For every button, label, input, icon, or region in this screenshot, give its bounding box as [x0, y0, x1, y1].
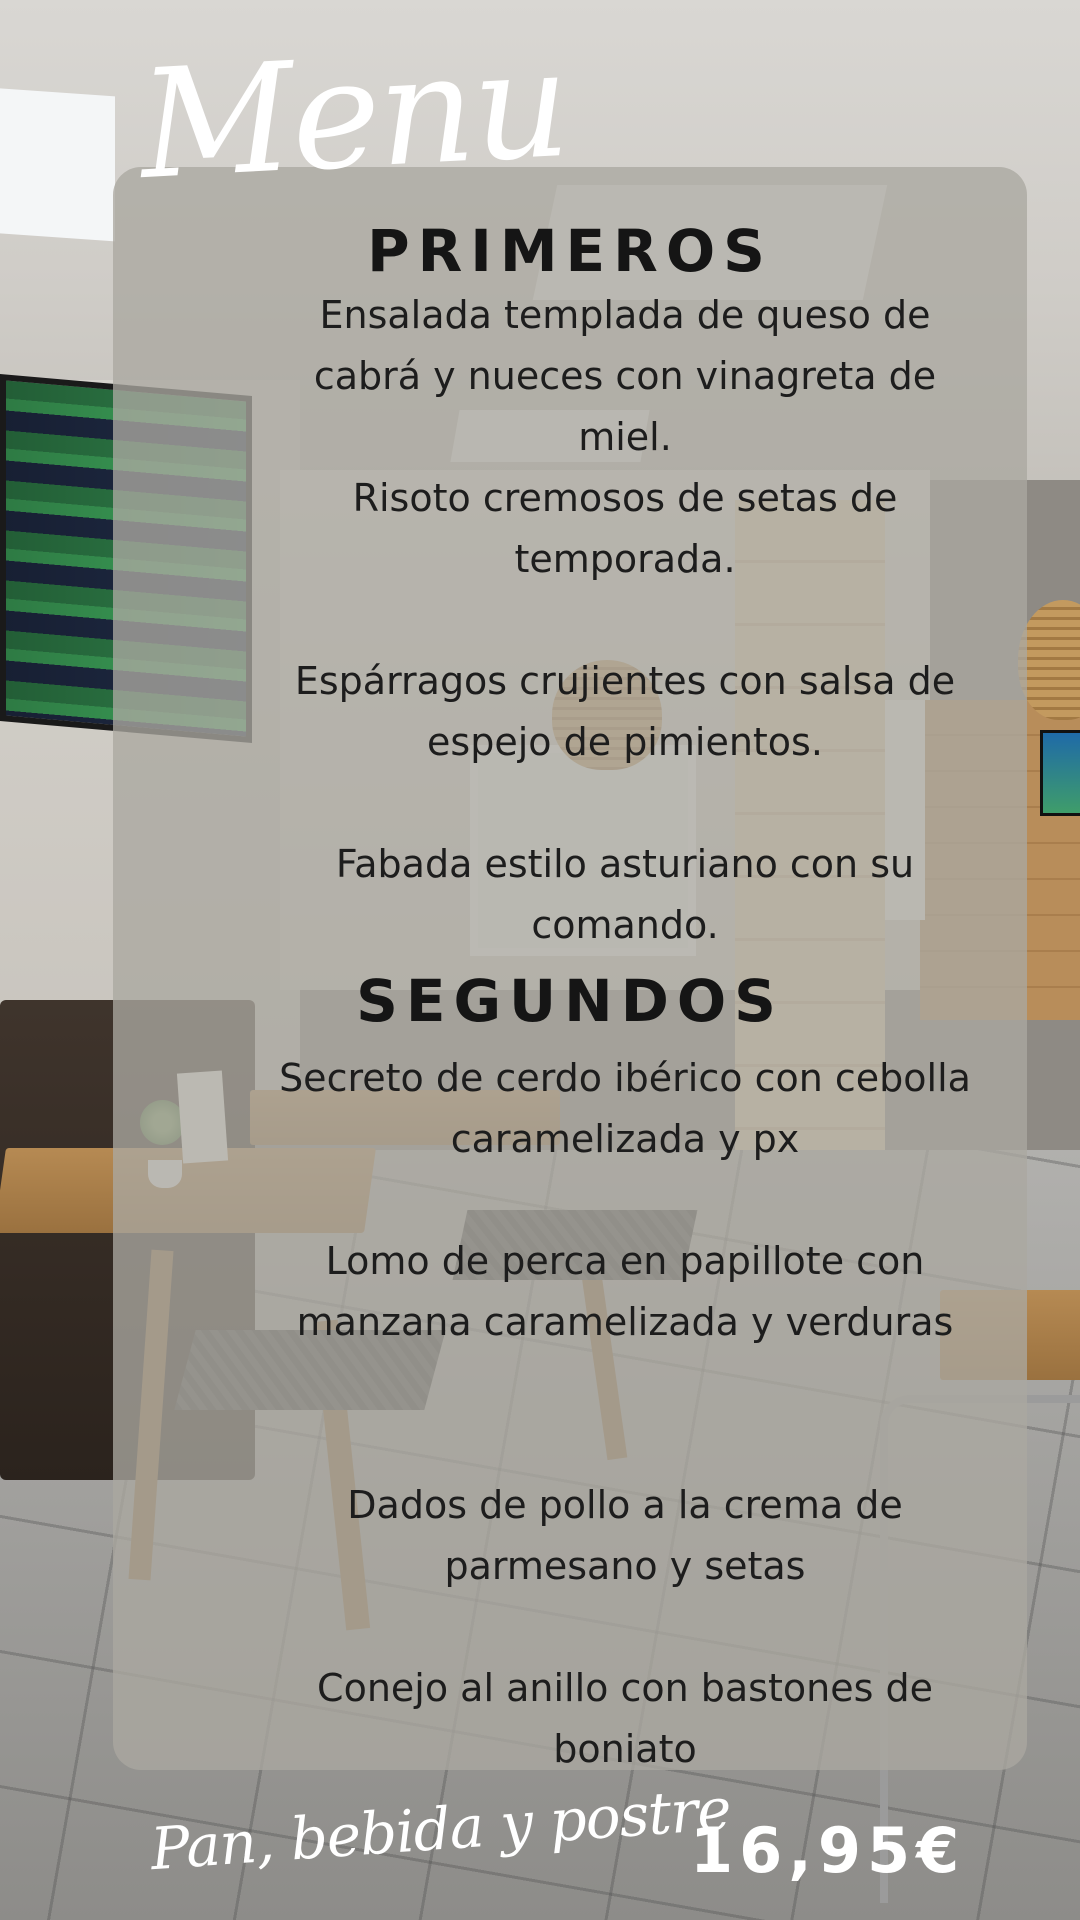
dish-item: Dados de pollo a la crema de parmesano y… [347, 1483, 903, 1588]
skylight [0, 87, 115, 242]
dish-item: Conejo al anillo con bastones de boniato [317, 1666, 933, 1771]
section-heading-primeros: PRIMEROS [367, 217, 773, 285]
tv-screen [1040, 730, 1080, 816]
dish-item: Ensalada templada de queso de cabrá y nu… [313, 293, 937, 459]
menu-price: 16,95€ [690, 1814, 966, 1887]
dish-item: Lomo de perca en papillote con manzana c… [296, 1239, 954, 1344]
section-heading-segundos: SEGUNDOS [356, 967, 784, 1035]
dish-item: Secreto de cerdo ibérico con cebolla car… [279, 1056, 971, 1161]
dish-item: Risoto cremosos de setas de temporada. [352, 476, 898, 581]
dish-item: Espárragos crujientes con salsa de espej… [294, 659, 956, 764]
dish-item: Fabada estilo asturiano con su comando. [335, 842, 915, 947]
menu-title: Menu [135, 16, 572, 214]
